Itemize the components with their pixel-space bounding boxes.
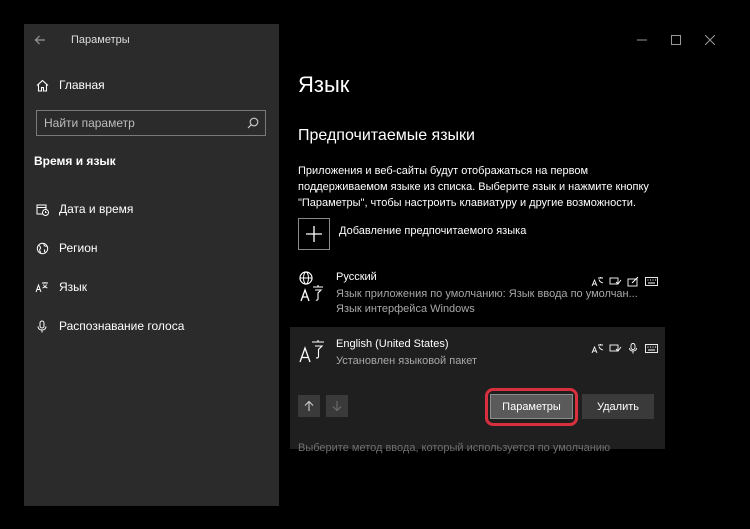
handwriting-icon — [626, 275, 640, 287]
arrow-down-icon — [332, 401, 342, 412]
home-icon — [34, 79, 50, 92]
sidebar-item-label: Язык — [59, 280, 88, 294]
sidebar: Параметры Главная Время и язык Дата и вр… — [24, 24, 279, 506]
language-icon — [34, 281, 50, 294]
sidebar-item-label: Распознавание голоса — [59, 319, 185, 333]
microphone-icon — [34, 320, 50, 333]
text-to-speech-icon — [608, 275, 622, 287]
settings-window: Параметры Главная Время и язык Дата и вр… — [24, 24, 727, 506]
sidebar-item-date-time[interactable]: Дата и время — [34, 198, 269, 220]
options-button[interactable]: Параметры — [490, 394, 573, 419]
sidebar-item-speech[interactable]: Распознавание голоса — [34, 315, 269, 337]
language-capabilities — [590, 342, 658, 354]
nav-home[interactable]: Главная — [34, 74, 269, 96]
add-language-button[interactable]: Добавление предпочитаемого языка — [298, 218, 526, 250]
language-name: English (United States) — [336, 338, 449, 350]
input-method-link[interactable]: Выберите метод ввода, который использует… — [298, 442, 610, 454]
text-to-speech-icon — [608, 342, 622, 354]
language-detail-line: Язык приложения по умолчанию: Язык ввода… — [336, 288, 638, 300]
plus-icon — [298, 218, 330, 250]
section-label: Время и язык — [34, 154, 116, 168]
search-box — [36, 110, 266, 136]
main-content: Язык Предпочитаемые языки Приложения и в… — [279, 24, 727, 506]
language-details: Язык приложения по умолчанию: Язык ввода… — [336, 287, 638, 317]
microphone-icon — [626, 342, 640, 354]
app-title: Параметры — [71, 34, 130, 46]
sidebar-item-label: Дата и время — [59, 202, 134, 216]
description-text: Приложения и веб-сайты будут отображатьс… — [298, 165, 649, 209]
keyboard-icon — [644, 275, 658, 287]
back-arrow-icon — [34, 35, 45, 45]
section-title: Предпочитаемые языки — [298, 127, 475, 144]
move-down-button[interactable] — [326, 395, 348, 417]
nav-home-label: Главная — [59, 78, 105, 92]
sidebar-item-region[interactable]: Регион — [34, 237, 269, 259]
language-detail-line: Установлен языковой пакет — [336, 355, 478, 367]
arrow-up-icon — [304, 400, 314, 411]
page-title: Язык — [298, 72, 350, 97]
nav-list: Дата и время Регион Язык Распознавание г… — [34, 198, 269, 354]
language-item-english[interactable]: English (United States) Установлен языко… — [298, 338, 658, 370]
move-up-button[interactable] — [298, 395, 320, 417]
calendar-clock-icon — [34, 203, 50, 216]
sidebar-item-label: Регион — [59, 241, 98, 255]
language-name: Русский — [336, 271, 377, 283]
language-globe-icon — [298, 271, 330, 303]
title-bar: Параметры — [24, 24, 279, 56]
back-button[interactable] — [24, 24, 56, 56]
globe-icon — [34, 242, 50, 255]
display-language-icon — [590, 342, 604, 354]
sidebar-item-language[interactable]: Язык — [34, 276, 269, 298]
language-icon — [298, 338, 330, 370]
search-icon[interactable] — [241, 117, 265, 129]
language-detail-line: Язык интерфейса Windows — [336, 303, 475, 315]
language-item-russian[interactable]: Русский Язык приложения по умолчанию: Яз… — [298, 271, 658, 317]
keyboard-icon — [644, 342, 658, 354]
display-language-icon — [590, 275, 604, 287]
remove-button[interactable]: Удалить — [582, 394, 654, 419]
search-input[interactable] — [37, 116, 241, 130]
language-capabilities — [590, 275, 658, 287]
add-language-label: Добавление предпочитаемого языка — [339, 225, 527, 237]
